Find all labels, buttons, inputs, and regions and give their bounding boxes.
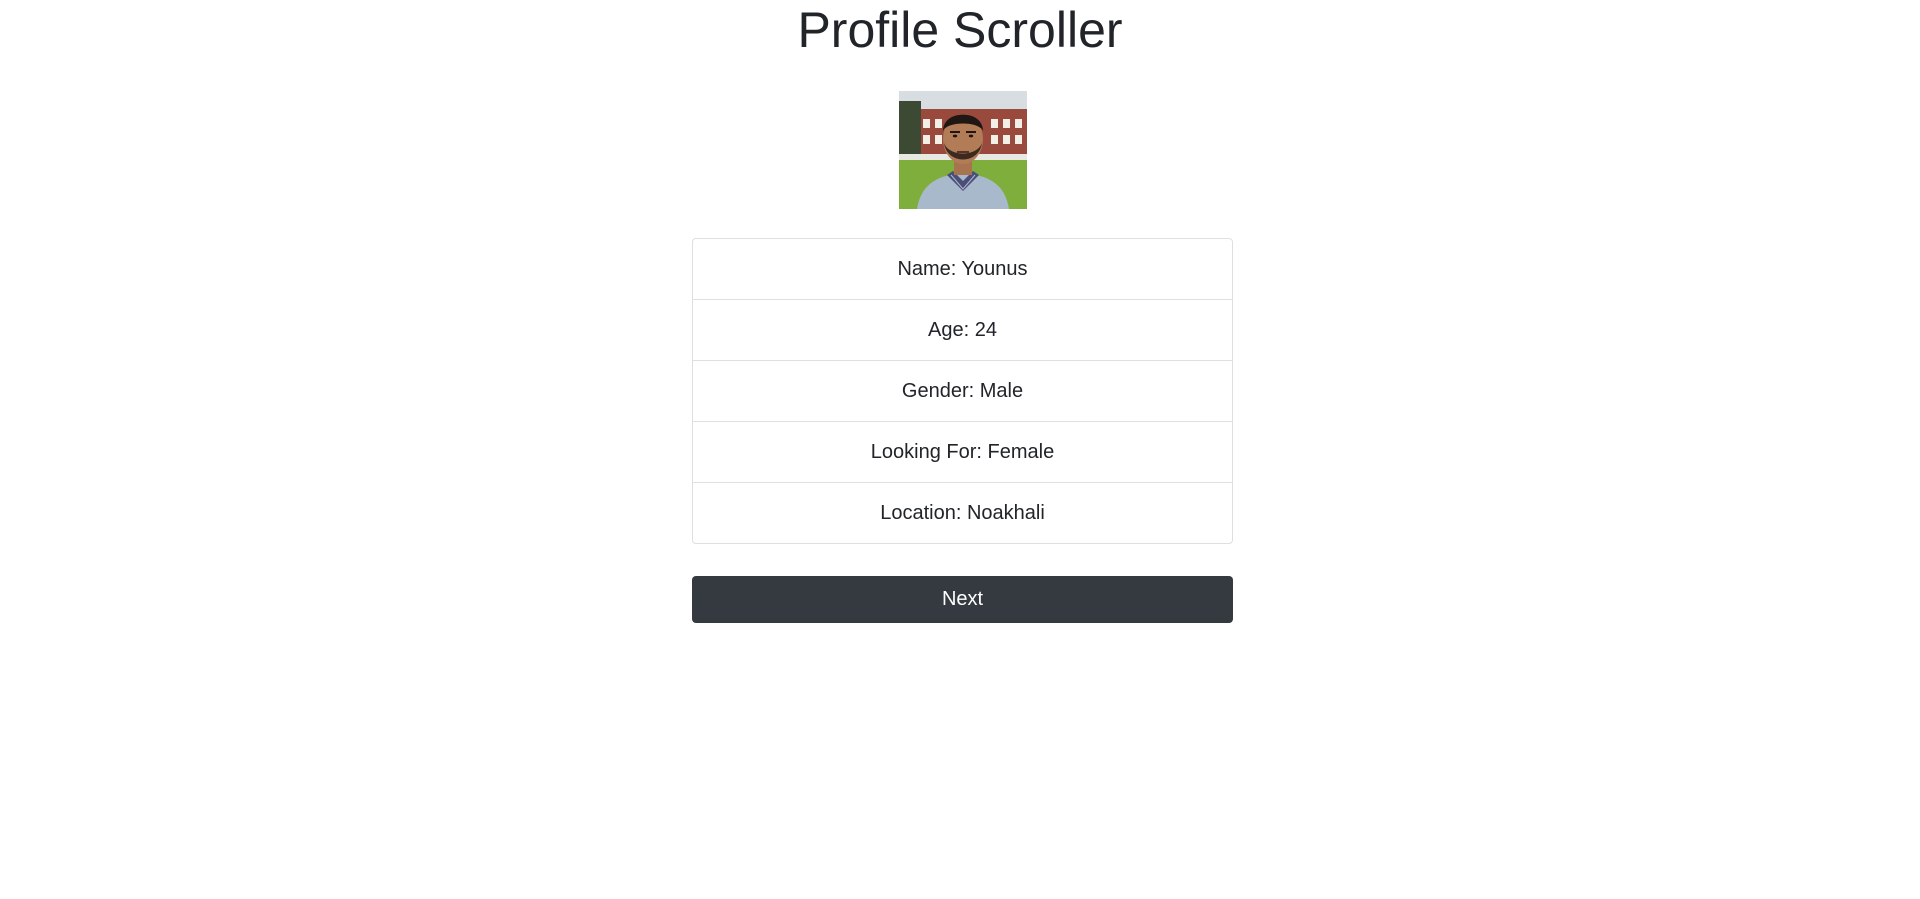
profile-looking-for: Looking For: Female <box>693 422 1232 483</box>
profile-gender: Gender: Male <box>693 361 1232 422</box>
profile-info-list: Name: Younus Age: 24 Gender: Male Lookin… <box>692 238 1233 544</box>
next-button[interactable]: Next <box>692 576 1233 623</box>
profile-avatar <box>899 91 1027 209</box>
page-title: Profile Scroller <box>797 2 1123 58</box>
profile-location: Location: Noakhali <box>880 502 1045 524</box>
profile-scroller-page: Profile Scroller Name: Younus Age: 24 Ge… <box>0 0 1920 899</box>
profile-name: Name: Younus <box>693 239 1232 300</box>
profile-age: Age: 24 <box>693 300 1232 361</box>
